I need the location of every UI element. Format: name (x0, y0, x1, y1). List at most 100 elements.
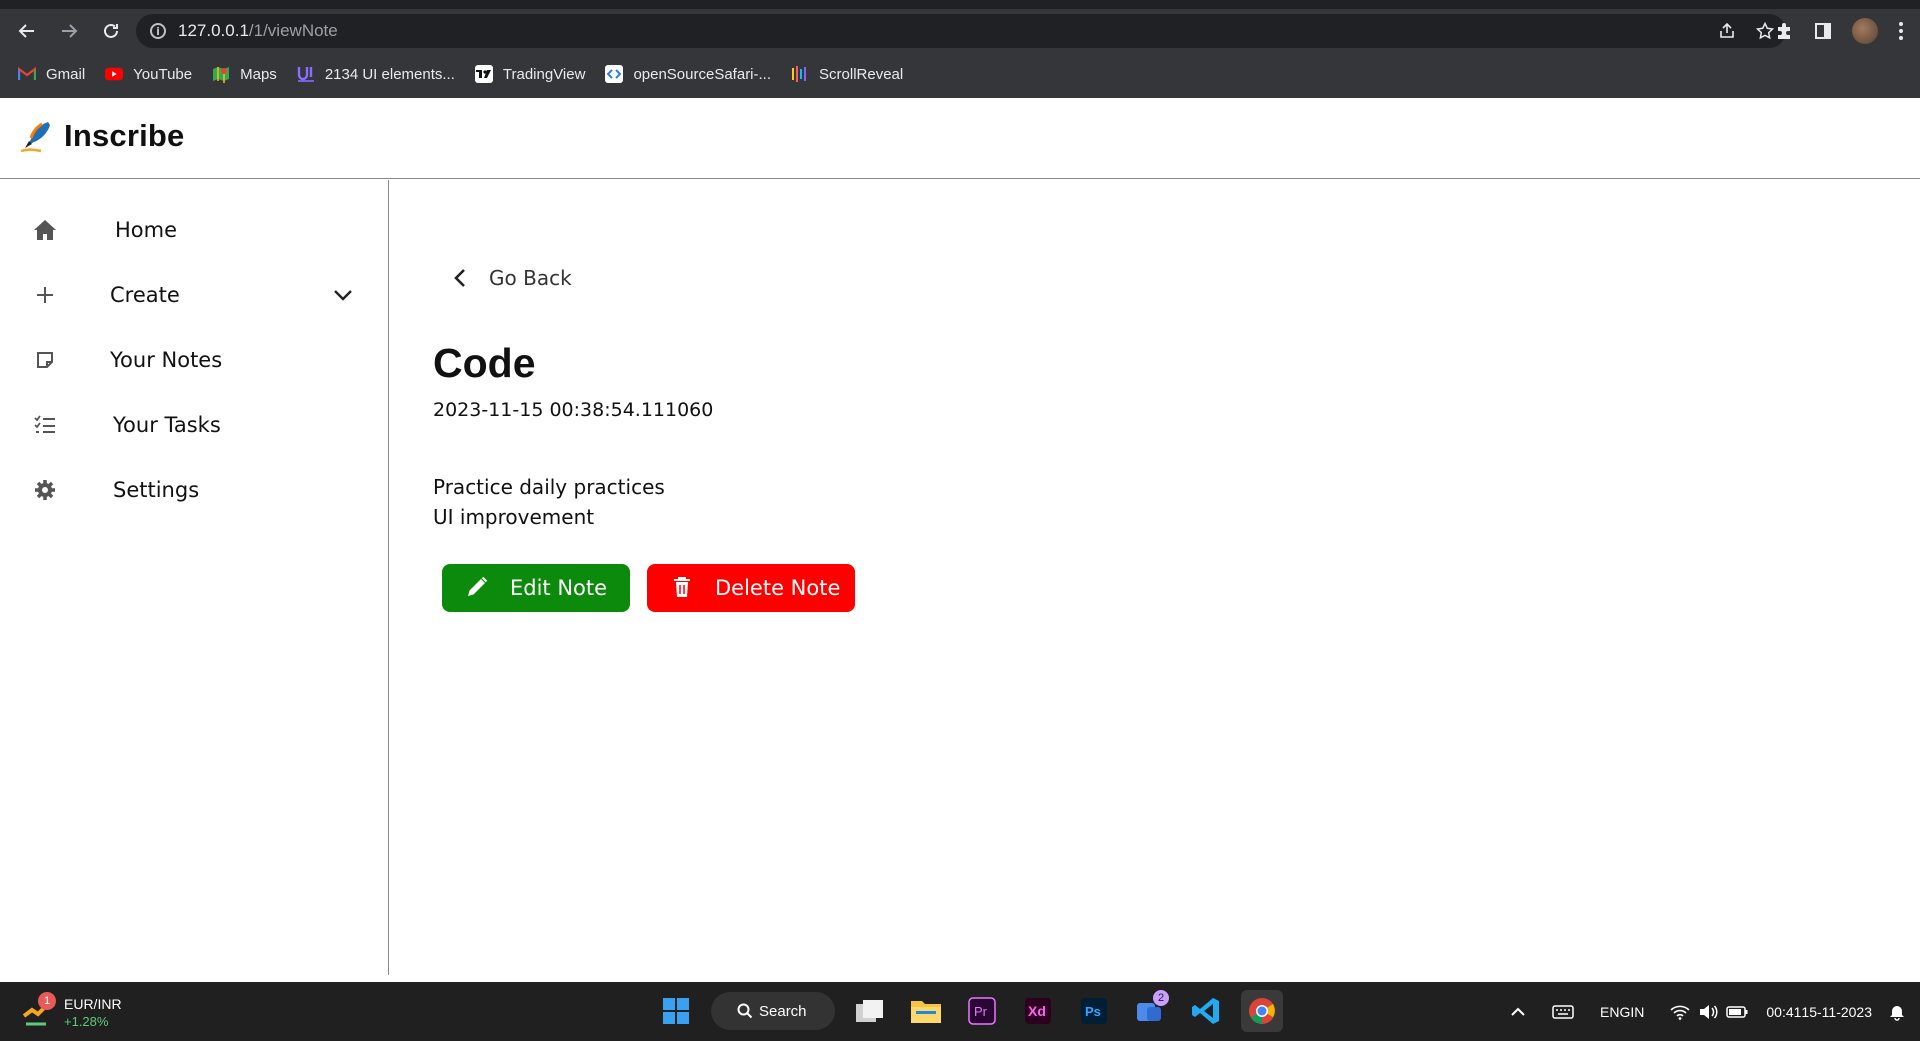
plus-icon (32, 282, 58, 308)
teams-button[interactable]: 2 (1129, 990, 1171, 1032)
bookmarks-bar: Gmail YouTube Maps 2134 UI elements... T… (0, 56, 1920, 92)
edit-note-button[interactable]: Edit Note (442, 564, 630, 612)
file-explorer-button[interactable] (905, 990, 947, 1032)
extensions-icon[interactable] (1774, 21, 1794, 41)
windows-logo-icon (663, 998, 689, 1024)
volume-icon[interactable] (1698, 1004, 1718, 1020)
note-body: Practice daily practices UI improvement (433, 472, 665, 532)
search-icon (737, 1003, 753, 1019)
address-bar[interactable]: i 127.0.0.1/1/viewNote (136, 14, 1786, 48)
sidebar-item-your-tasks[interactable]: Your Tasks (0, 400, 388, 450)
chrome-button[interactable] (1241, 990, 1283, 1032)
note-timestamp: 2023-11-15 00:38:54.111060 (433, 399, 714, 421)
widget-badge: 1 (38, 992, 56, 1010)
go-back-link[interactable]: Go Back (453, 266, 572, 290)
browser-toolbar: i 127.0.0.1/1/viewNote (0, 9, 1920, 53)
scrollreveal-icon (791, 65, 809, 83)
sidebar-item-label: Create (110, 283, 180, 307)
sidebar-item-label: Settings (113, 478, 200, 502)
wifi-icon[interactable] (1670, 1004, 1690, 1020)
profile-avatar[interactable] (1852, 18, 1878, 44)
sidebar: Home Create Your Notes Your Tasks Settin… (0, 180, 389, 975)
gear-icon (32, 477, 58, 503)
note-icon (32, 347, 58, 373)
clock-time: 00:41 (1766, 1003, 1802, 1020)
clock[interactable]: 00:41 15-11-2023 (1766, 1003, 1872, 1021)
taskbar-search[interactable]: Search (711, 992, 835, 1030)
checklist-icon (32, 412, 58, 438)
keyboard-icon[interactable] (1552, 1004, 1574, 1020)
notifications-icon[interactable] (1888, 1003, 1906, 1021)
bookmark-gmail[interactable]: Gmail (18, 65, 85, 83)
forward-button[interactable] (54, 16, 84, 46)
adobe-xd-button[interactable]: Xd (1017, 990, 1059, 1032)
photoshop-icon: Ps (1081, 998, 1107, 1024)
vscode-icon (1192, 998, 1219, 1024)
tab-strip (0, 0, 1920, 9)
premiere-pro-icon: Pr (968, 997, 996, 1025)
taskbar-apps: Search Pr Xd Ps 2 (655, 987, 1283, 1035)
back-button[interactable] (12, 16, 42, 46)
uiverse-icon (297, 65, 315, 83)
app-header: Inscribe (0, 98, 1920, 179)
widget-change: +1.28% (64, 1014, 109, 1029)
sidebar-item-your-notes[interactable]: Your Notes (0, 335, 388, 385)
weather-widget[interactable]: 1 EUR/INR +1.28% (22, 992, 142, 1032)
battery-icon[interactable] (1726, 1005, 1748, 1018)
bookmark-label: ScrollReveal (819, 65, 904, 83)
bookmark-youtube[interactable]: YouTube (105, 65, 192, 83)
app-brand[interactable]: Inscribe (64, 118, 184, 154)
search-label: Search (759, 1002, 807, 1020)
bookmark-label: YouTube (133, 65, 193, 83)
bookmark-label: Gmail (46, 65, 86, 83)
system-tray: ENG IN 00:41 15-11-2023 (1492, 982, 1920, 1041)
bookmark-tradingview[interactable]: TradingView (474, 65, 586, 83)
bookmark-opensourcesafari[interactable]: openSourceSafari-... (605, 65, 771, 83)
quill-pen-logo-icon[interactable] (18, 119, 54, 155)
chrome-icon (1249, 998, 1275, 1024)
youtube-icon (105, 65, 124, 83)
premiere-pro-button[interactable]: Pr (961, 990, 1003, 1032)
bookmark-maps[interactable]: Maps (212, 65, 277, 83)
menu-dots-icon[interactable] (1898, 21, 1904, 41)
language-code: ENG (1600, 1003, 1631, 1020)
bookmark-label: 2134 UI elements... (324, 65, 455, 83)
task-view-button[interactable] (849, 990, 891, 1032)
note-body-line: UI improvement (433, 505, 595, 529)
bookmark-label: TradingView (502, 65, 586, 83)
trash-icon (674, 577, 690, 597)
photoshop-button[interactable]: Ps (1073, 990, 1115, 1032)
browser-chrome: i 127.0.0.1/1/viewNote Gmail YouTube Map… (0, 0, 1920, 98)
chevron-down-icon[interactable] (330, 282, 356, 308)
sidebar-item-create[interactable]: Create (0, 270, 388, 320)
star-icon[interactable] (1756, 22, 1774, 40)
info-icon[interactable]: i (150, 23, 166, 39)
code-icon (605, 65, 624, 83)
sidebar-item-home[interactable]: Home (0, 205, 388, 255)
language-indicator[interactable]: ENG IN (1600, 1003, 1644, 1021)
go-back-label: Go Back (489, 266, 572, 290)
task-view-icon (856, 1000, 883, 1022)
reload-button[interactable] (96, 16, 126, 46)
clock-date: 15-11-2023 (1801, 1003, 1872, 1020)
url-text[interactable]: 127.0.0.1/1/viewNote (178, 21, 338, 41)
maps-icon (212, 65, 230, 83)
svg-text:Xd: Xd (1028, 1003, 1046, 1019)
home-icon (32, 217, 58, 243)
bookmark-uiverse[interactable]: 2134 UI elements... (297, 65, 455, 83)
bookmark-scrollreveal[interactable]: ScrollReveal (791, 65, 903, 83)
sidebar-item-settings[interactable]: Settings (0, 465, 388, 515)
note-title: Code (433, 340, 536, 386)
delete-note-button[interactable]: Delete Note (647, 564, 855, 612)
reload-icon (104, 23, 118, 38)
svg-text:Pr: Pr (974, 1004, 988, 1019)
pencil-icon (468, 576, 488, 596)
share-icon[interactable] (1718, 22, 1736, 40)
gmail-icon (18, 65, 36, 83)
note-body-line: Practice daily practices (433, 475, 665, 499)
start-button[interactable] (655, 990, 697, 1032)
chevron-up-icon[interactable] (1510, 1007, 1526, 1017)
side-panel-icon[interactable] (1814, 22, 1832, 40)
widget-title: EUR/INR (64, 996, 122, 1012)
vscode-button[interactable] (1185, 990, 1227, 1032)
